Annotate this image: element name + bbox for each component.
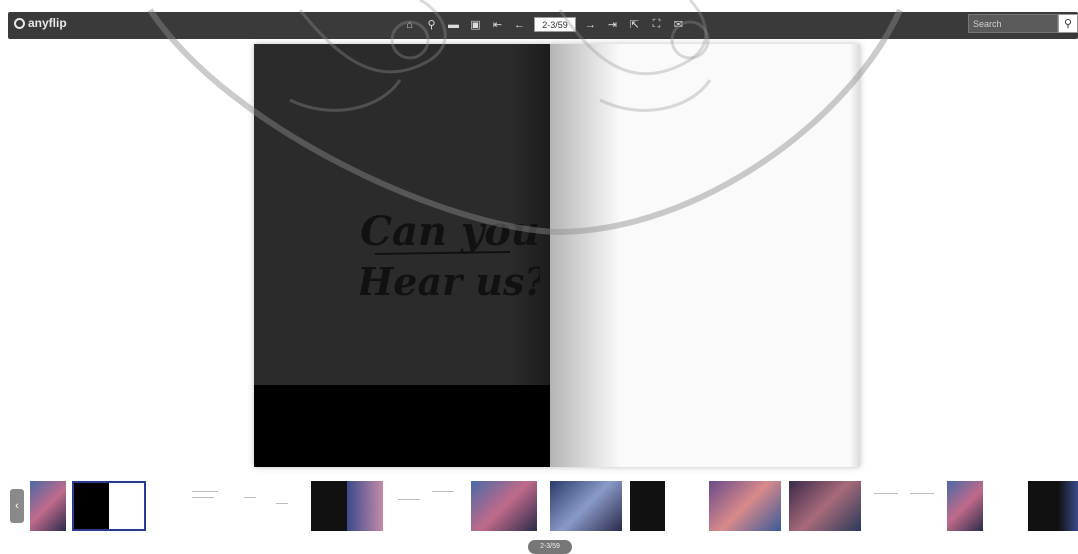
anyflip-logo[interactable]: anyflip xyxy=(14,16,67,30)
share-icon[interactable]: ⇱ xyxy=(627,17,642,32)
thumbnail-page-4[interactable] xyxy=(188,481,224,531)
first-page-icon[interactable]: ⇤ xyxy=(490,17,505,32)
thumbnail-page-2-3[interactable] xyxy=(72,481,146,531)
home-icon[interactable]: ⌂ xyxy=(402,17,417,32)
thumbnail-page-15-16[interactable] xyxy=(630,481,700,531)
page-counter: 2-3/59 xyxy=(528,540,572,554)
title-line-1: Can you xyxy=(360,208,540,255)
right-page[interactable] xyxy=(550,44,860,467)
page-number-input[interactable] xyxy=(534,17,576,32)
spine-shadow xyxy=(550,44,620,467)
thumbnail-page-7-8[interactable] xyxy=(311,481,383,531)
single-page-icon[interactable]: ▬ xyxy=(446,17,461,32)
last-page-icon[interactable]: ⇥ xyxy=(605,17,620,32)
page-edge-shadow xyxy=(850,44,860,467)
next-page-icon[interactable]: → xyxy=(583,17,598,32)
thumbnail-page-1[interactable] xyxy=(30,481,66,531)
search-box: ⚲ xyxy=(968,14,1078,33)
top-toolbar: anyflip ⌂ ⚲ ▬ ▣ ⇤ ← → ⇥ ⇱ ⛶ ✉ ⚲ xyxy=(8,12,1078,39)
left-page-dark-band xyxy=(254,385,550,467)
zoom-icon[interactable]: ⚲ xyxy=(424,17,439,32)
email-icon[interactable]: ✉ xyxy=(671,17,686,32)
thumbnail-page-9-10[interactable] xyxy=(392,481,462,531)
thumbnails-prev-button[interactable]: ‹ xyxy=(10,489,24,523)
search-icon[interactable]: ⚲ xyxy=(1058,14,1078,33)
thumbnail-page-5-6[interactable] xyxy=(232,481,298,531)
thumbnail-icon[interactable]: ▣ xyxy=(468,17,483,32)
search-input[interactable] xyxy=(968,14,1058,33)
logo-text: anyflip xyxy=(28,16,67,30)
thumbnail-page-23[interactable] xyxy=(947,481,983,531)
flipbook-spread xyxy=(254,44,860,467)
previous-page-icon[interactable]: ← xyxy=(512,17,527,32)
fullscreen-icon[interactable]: ⛶ xyxy=(649,17,664,32)
thumbnail-page-11-12[interactable] xyxy=(471,481,537,531)
logo-icon xyxy=(14,17,25,29)
title-line-2: Hear us? xyxy=(360,259,540,304)
book-title-artwork: Can you Hear us? xyxy=(360,208,540,304)
thumbnail-page-24-25[interactable] xyxy=(1028,481,1078,531)
thumbnail-page-19-20[interactable] xyxy=(789,481,861,531)
toolbar-tools: ⌂ ⚲ ▬ ▣ ⇤ ← → ⇥ ⇱ ⛶ ✉ xyxy=(402,17,686,32)
thumbnail-page-13-14[interactable] xyxy=(550,481,622,531)
thumbnail-page-21-22[interactable] xyxy=(870,481,940,531)
thumbnail-page-17-18[interactable] xyxy=(709,481,781,531)
